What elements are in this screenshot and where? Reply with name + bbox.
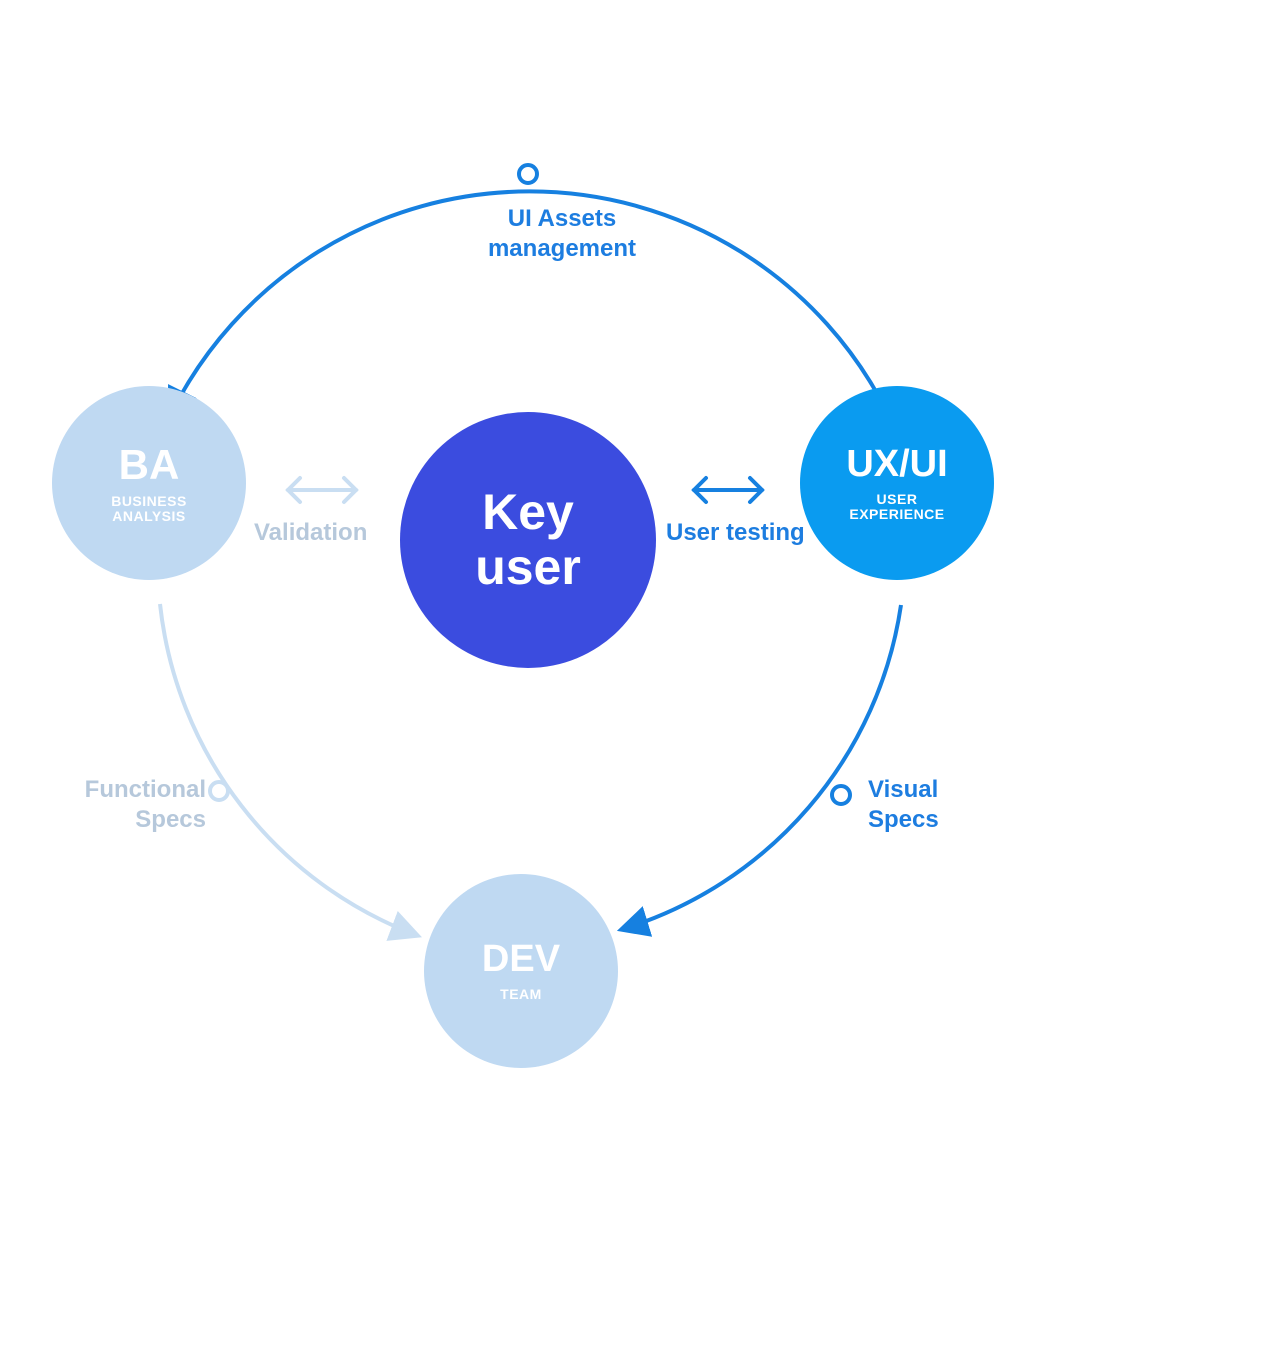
node-key-user-title: Key user xyxy=(475,485,581,595)
arc-left xyxy=(160,604,416,935)
arc-left-dot xyxy=(210,782,228,800)
node-ba-title: BA xyxy=(119,442,180,488)
label-visual-specs: Visual Specs xyxy=(868,775,939,835)
label-validation: Validation xyxy=(254,518,367,548)
node-dev: DEV TEAM xyxy=(424,874,618,1068)
arc-right-dot xyxy=(832,786,850,804)
node-ba-sub: BUSINESS ANALYSIS xyxy=(111,494,187,525)
label-user-testing: User testing xyxy=(666,518,805,548)
diagram-canvas: Key user BA BUSINESS ANALYSIS UX/UI USER… xyxy=(0,0,1266,1360)
node-uxui-sub: USER EXPERIENCE xyxy=(849,492,944,523)
node-dev-title: DEV xyxy=(482,939,560,981)
node-uxui-title: UX/UI xyxy=(846,444,947,486)
node-ba: BA BUSINESS ANALYSIS xyxy=(52,386,246,580)
double-arrow-right xyxy=(694,478,762,502)
node-key-user: Key user xyxy=(400,412,656,668)
node-dev-sub: TEAM xyxy=(500,987,542,1002)
label-ui-assets: UI Assets management xyxy=(452,204,672,264)
label-functional-specs: Functional Specs xyxy=(66,775,206,835)
node-uxui: UX/UI USER EXPERIENCE xyxy=(800,386,994,580)
arc-top-dot xyxy=(519,165,537,183)
double-arrow-left xyxy=(288,478,356,502)
arc-right xyxy=(623,605,901,929)
